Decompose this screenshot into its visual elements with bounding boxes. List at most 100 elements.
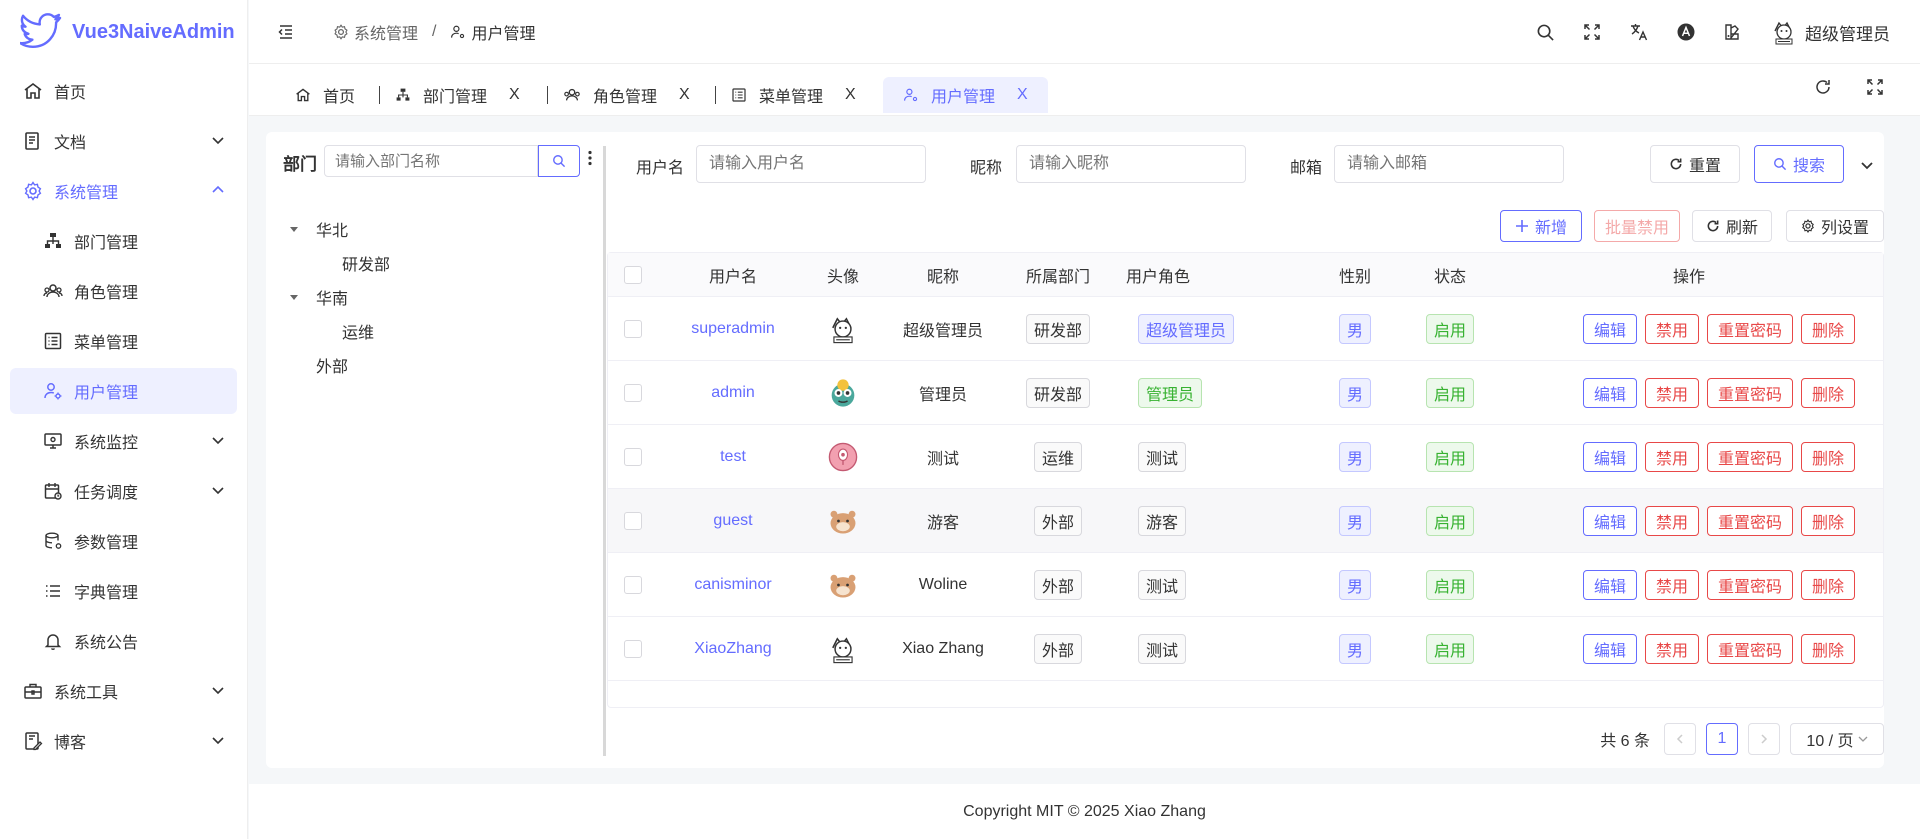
tab-user[interactable]: 用户管理 X bbox=[883, 77, 1048, 113]
reset-password-button[interactable]: 重置密码 bbox=[1707, 569, 1794, 600]
tree-node[interactable]: 华北 bbox=[286, 212, 390, 246]
user-menu[interactable]: 超级管理员 bbox=[1769, 17, 1890, 47]
menu-collapse-icon[interactable] bbox=[277, 23, 295, 41]
sidebar-item-jobs[interactable]: 任务调度 bbox=[10, 468, 237, 514]
caret-down-icon[interactable] bbox=[286, 292, 302, 302]
disable-button[interactable]: 禁用 bbox=[1644, 569, 1699, 600]
batch-disable-button[interactable]: 批量禁用 bbox=[1594, 210, 1680, 242]
table-row[interactable]: test 测试 运维 测试 男 启用 编辑 禁用 重置密码 删除 bbox=[608, 425, 1883, 489]
dept-search-input[interactable] bbox=[324, 145, 538, 177]
fullscreen-icon[interactable] bbox=[1583, 23, 1601, 41]
sidebar-item-notice[interactable]: 系统公告 bbox=[10, 618, 237, 664]
translate-icon[interactable] bbox=[1629, 22, 1649, 42]
delete-button[interactable]: 删除 bbox=[1801, 313, 1856, 344]
sidebar-item-params[interactable]: 参数管理 bbox=[10, 518, 237, 564]
disable-button[interactable]: 禁用 bbox=[1644, 313, 1699, 344]
close-icon[interactable]: X bbox=[509, 86, 520, 104]
username-link[interactable]: test bbox=[658, 425, 808, 488]
tab-menu[interactable]: 菜单管理 X bbox=[719, 77, 868, 113]
reset-button[interactable]: 重置 bbox=[1650, 145, 1740, 183]
tab-dept[interactable]: 部门管理 X bbox=[383, 77, 532, 113]
reset-password-button[interactable]: 重置密码 bbox=[1707, 441, 1794, 472]
sidebar-item-docs[interactable]: 文档 bbox=[10, 118, 237, 164]
caret-down-icon[interactable] bbox=[286, 224, 302, 234]
disable-button[interactable]: 禁用 bbox=[1644, 441, 1699, 472]
username-input[interactable] bbox=[696, 145, 926, 183]
row-checkbox[interactable] bbox=[624, 575, 642, 594]
delete-button[interactable]: 删除 bbox=[1801, 569, 1856, 600]
sidebar-item-dict[interactable]: 字典管理 bbox=[10, 568, 237, 614]
delete-button[interactable]: 删除 bbox=[1801, 377, 1856, 408]
username-link[interactable]: canisminor bbox=[658, 553, 808, 616]
page-size-select[interactable]: 10 / 页 bbox=[1790, 723, 1884, 755]
sidebar-item-menu[interactable]: 菜单管理 bbox=[10, 318, 237, 364]
fullscreen-icon[interactable] bbox=[1866, 78, 1884, 96]
username-link[interactable]: superadmin bbox=[658, 297, 808, 360]
reset-password-button[interactable]: 重置密码 bbox=[1707, 313, 1794, 344]
edit-button[interactable]: 编辑 bbox=[1582, 633, 1637, 664]
edit-button[interactable]: 编辑 bbox=[1582, 313, 1637, 344]
page-number-button[interactable]: 1 bbox=[1706, 723, 1738, 755]
more-vertical-icon[interactable] bbox=[588, 150, 592, 166]
tree-node[interactable]: 研发部 bbox=[286, 246, 390, 280]
sidebar-item-role[interactable]: 角色管理 bbox=[10, 268, 237, 314]
add-button[interactable]: 新增 bbox=[1500, 210, 1582, 242]
refresh-button[interactable]: 刷新 bbox=[1692, 210, 1772, 242]
pane-splitter[interactable] bbox=[603, 146, 606, 756]
breadcrumb-item[interactable]: 系统管理 bbox=[333, 20, 418, 44]
sidebar-item-home[interactable]: 首页 bbox=[10, 68, 237, 114]
table-row[interactable]: admin 管理员 研发部 管理员 男 启用 编辑 禁用 重置密码 删除 bbox=[608, 361, 1883, 425]
search-button[interactable]: 搜索 bbox=[1754, 145, 1844, 183]
color-palette-icon[interactable] bbox=[1723, 23, 1741, 41]
edit-button[interactable]: 编辑 bbox=[1582, 441, 1637, 472]
sidebar-item-user[interactable]: 用户管理 bbox=[10, 368, 237, 414]
dept-search-button[interactable] bbox=[538, 145, 580, 177]
tree-node[interactable]: 外部 bbox=[286, 348, 390, 382]
logo[interactable]: Vue3NaiveAdmin bbox=[0, 0, 247, 64]
edit-button[interactable]: 编辑 bbox=[1582, 569, 1637, 600]
disable-button[interactable]: 禁用 bbox=[1644, 505, 1699, 536]
edit-button[interactable]: 编辑 bbox=[1582, 377, 1637, 408]
sidebar-item-system[interactable]: 系统管理 bbox=[10, 168, 237, 214]
theme-a-icon[interactable] bbox=[1677, 23, 1695, 41]
column-settings-button[interactable]: 列设置 bbox=[1786, 210, 1884, 242]
delete-button[interactable]: 删除 bbox=[1801, 505, 1856, 536]
row-checkbox[interactable] bbox=[624, 511, 642, 530]
table-row[interactable]: XiaoZhang Xiao Zhang 外部 测试 男 启用 编辑 禁用 重置… bbox=[608, 617, 1883, 681]
expand-chevron-icon[interactable] bbox=[1860, 158, 1874, 172]
tab-role[interactable]: 角色管理 X bbox=[551, 77, 702, 113]
search-icon[interactable] bbox=[1536, 23, 1555, 42]
username-link[interactable]: admin bbox=[658, 361, 808, 424]
tab-home[interactable]: 首页 bbox=[283, 77, 367, 113]
delete-button[interactable]: 删除 bbox=[1801, 441, 1856, 472]
prev-page-button[interactable] bbox=[1664, 723, 1696, 755]
tree-node[interactable]: 运维 bbox=[286, 314, 390, 348]
row-checkbox[interactable] bbox=[624, 447, 642, 466]
sidebar-item-monitor[interactable]: 系统监控 bbox=[10, 418, 237, 464]
reset-password-button[interactable]: 重置密码 bbox=[1707, 505, 1794, 536]
close-icon[interactable]: X bbox=[1017, 86, 1028, 104]
disable-button[interactable]: 禁用 bbox=[1644, 377, 1699, 408]
table-row[interactable]: canisminor Woline 外部 测试 男 启用 编辑 禁用 重置密码 … bbox=[608, 553, 1883, 617]
row-checkbox[interactable] bbox=[624, 319, 642, 338]
table-row[interactable]: superadmin 超级管理员 研发部 超级管理员 男 启用 编辑 禁用 重置… bbox=[608, 297, 1883, 361]
reset-password-button[interactable]: 重置密码 bbox=[1707, 377, 1794, 408]
reload-icon[interactable] bbox=[1814, 78, 1832, 96]
sidebar-item-blog[interactable]: 博客 bbox=[10, 718, 237, 764]
tree-node[interactable]: 华南 bbox=[286, 280, 390, 314]
table-row[interactable]: guest 游客 外部 游客 男 启用 编辑 禁用 重置密码 删除 bbox=[608, 489, 1883, 553]
reset-password-button[interactable]: 重置密码 bbox=[1707, 633, 1794, 664]
delete-button[interactable]: 删除 bbox=[1801, 633, 1856, 664]
close-icon[interactable]: X bbox=[679, 86, 690, 104]
close-icon[interactable]: X bbox=[845, 86, 856, 104]
select-all-checkbox[interactable] bbox=[624, 265, 642, 284]
username-link[interactable]: guest bbox=[658, 489, 808, 552]
disable-button[interactable]: 禁用 bbox=[1644, 633, 1699, 664]
row-checkbox[interactable] bbox=[624, 383, 642, 402]
edit-button[interactable]: 编辑 bbox=[1582, 505, 1637, 536]
nickname-input[interactable] bbox=[1016, 145, 1246, 183]
row-checkbox[interactable] bbox=[624, 639, 642, 658]
username-link[interactable]: XiaoZhang bbox=[658, 617, 808, 680]
next-page-button[interactable] bbox=[1748, 723, 1780, 755]
sidebar-item-dept[interactable]: 部门管理 bbox=[10, 218, 237, 264]
